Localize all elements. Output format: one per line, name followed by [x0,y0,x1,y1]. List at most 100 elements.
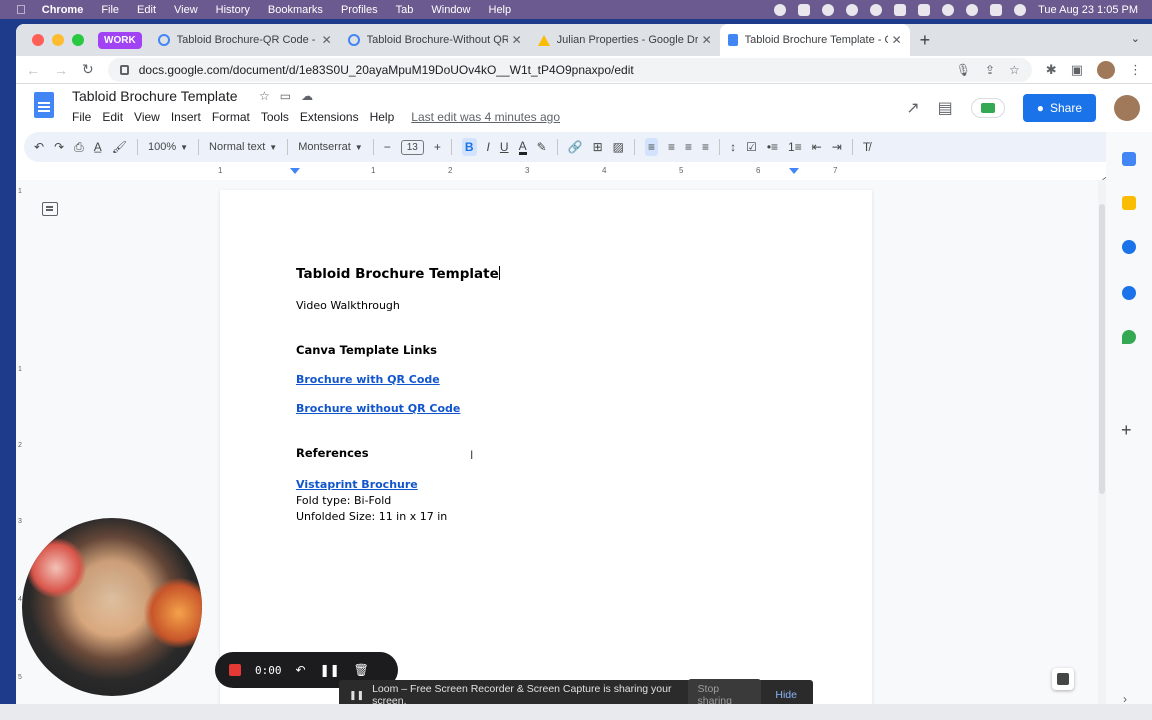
document-title[interactable]: Tabloid Brochure Template [72,88,238,104]
menubar-clock[interactable]: Tue Aug 23 1:05 PM [1038,4,1138,16]
pause-icon[interactable]: ❚❚ [320,663,340,677]
tab-google-drive[interactable]: Julian Properties - Google Driv ✕ [530,24,720,56]
bookmark-star-icon[interactable]: ☆ [1009,63,1020,77]
contacts-icon[interactable] [1122,286,1136,300]
document-body[interactable]: Tabloid Brochure Template Video Walkthro… [296,266,796,523]
reload-icon[interactable]: ↻ [82,61,94,78]
restart-icon[interactable]: ↶ [296,663,306,677]
video-walkthrough-text[interactable]: Video Walkthrough [296,299,796,312]
decrease-font-size-button[interactable]: − [384,140,391,154]
references-heading[interactable]: References [296,446,796,460]
bluetooth-icon[interactable] [894,3,907,16]
menubar-item-help[interactable]: Help [489,4,512,16]
share-page-icon[interactable]: ⇪ [985,63,995,77]
clear-formatting-icon[interactable]: T̸ [863,140,870,154]
back-arrow-icon[interactable]: ← [26,62,40,78]
menu-extensions[interactable]: Extensions [300,110,359,124]
play-status-icon[interactable] [846,3,859,16]
text-color-icon[interactable]: A [518,140,527,155]
profile-badge[interactable]: WORK [98,31,142,49]
checklist-icon[interactable]: ☑ [746,140,757,154]
menubar-item-history[interactable]: History [216,4,250,16]
maps-icon[interactable] [1122,330,1136,344]
underline-icon[interactable]: U [500,140,509,154]
menubar-item-bookmarks[interactable]: Bookmarks [268,4,323,16]
zoom-window-button[interactable] [72,34,84,46]
menubar-app-name[interactable]: Chrome [42,4,84,16]
insert-image-icon[interactable]: ▨ [613,140,624,154]
microphone-icon[interactable]: 🎙 [956,63,971,77]
status-icon-1[interactable] [774,3,787,16]
right-indent-marker[interactable] [789,168,799,174]
decrease-indent-icon[interactable]: ⇤ [812,140,822,154]
spotlight-search-icon[interactable] [966,3,979,16]
tab-canva-without-qr[interactable]: Tabloid Brochure-Without QR C ✕ [340,24,530,56]
menu-edit[interactable]: Edit [102,110,123,124]
align-center-icon[interactable]: ≡ [668,140,675,154]
hide-banner-button[interactable]: Hide [769,685,803,705]
wifi-icon[interactable] [942,3,955,16]
insert-link-icon[interactable]: 🔗 [568,140,583,154]
document-outline-icon[interactable] [42,202,58,216]
undo-icon[interactable]: ↶ [34,140,44,154]
style-select[interactable]: Normal text ▼ [209,141,277,153]
menubar-item-edit[interactable]: Edit [137,4,156,16]
new-tab-button[interactable]: + [920,30,931,51]
close-window-button[interactable] [32,34,44,46]
url-text[interactable]: docs.google.com/document/d/1e83S0U_20aya… [139,63,634,77]
menubar-item-file[interactable]: File [101,4,119,16]
redo-icon[interactable]: ↷ [54,140,64,154]
font-select[interactable]: Montserrat ▼ [298,141,363,153]
left-indent-marker[interactable] [290,168,300,174]
justify-icon[interactable]: ≡ [702,140,709,154]
forward-arrow-icon[interactable]: → [54,62,68,78]
menubar-item-view[interactable]: View [174,4,198,16]
menu-help[interactable]: Help [370,110,395,124]
menu-format[interactable]: Format [212,110,250,124]
comments-icon[interactable]: ▤ [938,98,953,118]
close-icon[interactable]: ✕ [322,33,332,47]
document-heading[interactable]: Tabloid Brochure Template [296,266,796,282]
increase-indent-icon[interactable]: ⇥ [832,140,842,154]
move-folder-icon[interactable]: ▭ [280,89,291,103]
numbered-list-icon[interactable]: 1≡ [788,140,802,154]
zoom-select[interactable]: 100% ▼ [148,141,188,153]
menubar-item-window[interactable]: Window [431,4,470,16]
menubar-item-tab[interactable]: Tab [396,4,414,16]
fold-type-text[interactable]: Fold type: Bi-Fold [296,494,796,507]
battery-icon[interactable] [918,3,931,16]
print-icon[interactable]: ⎙ [74,140,84,155]
document-page[interactable]: Tabloid Brochure Template Video Walkthro… [220,190,872,704]
spellcheck-icon[interactable]: A̲ [94,140,102,154]
vistaprint-brochure-link[interactable]: Vistaprint Brochure [296,478,418,491]
canva-links-heading[interactable]: Canva Template Links [296,343,796,357]
line-spacing-icon[interactable]: ↕ [730,140,736,154]
close-icon[interactable]: ✕ [512,33,522,47]
star-icon[interactable]: ☆ [259,89,270,103]
italic-icon[interactable]: I [487,140,490,154]
share-button[interactable]: ● Share [1022,94,1096,122]
tasks-icon[interactable] [1122,240,1136,254]
loom-camera-bubble[interactable] [22,518,202,696]
chrome-menu-icon[interactable]: ⋮ [1129,62,1142,78]
explore-icon[interactable] [1052,668,1074,690]
apple-icon[interactable]:  [16,2,26,17]
insert-comment-icon[interactable]: ⊞ [593,140,603,154]
highlight-icon[interactable]: ✎ [537,140,547,154]
bulleted-list-icon[interactable]: •≡ [767,140,778,154]
profile-avatar[interactable] [1097,60,1115,79]
align-right-icon[interactable]: ≡ [685,140,692,154]
menu-file[interactable]: File [72,110,91,124]
siri-icon[interactable] [1014,3,1027,16]
calendar-icon[interactable] [1122,152,1136,166]
side-panel-icon[interactable]: ▣ [1071,62,1083,78]
paint-format-icon[interactable]: 🖌 [112,140,127,154]
brochure-without-qr-link[interactable]: Brochure without QR Code [296,402,460,415]
scrollbar-thumb[interactable] [1099,204,1105,494]
cloud-saved-icon[interactable]: ☁ [301,89,313,103]
minimize-window-button[interactable] [52,34,64,46]
close-icon[interactable]: ✕ [702,33,712,47]
status-icon-2[interactable] [798,3,811,16]
unfolded-size-text[interactable]: Unfolded Size: 11 in x 17 in [296,510,796,523]
menu-tools[interactable]: Tools [261,110,289,124]
